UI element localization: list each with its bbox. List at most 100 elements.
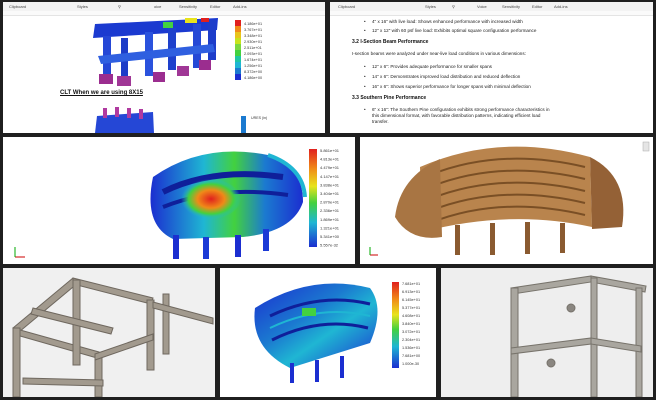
stress-legend-bar <box>309 149 317 247</box>
legend-label: 1.869e+01 <box>320 217 340 222</box>
fea-model-render: 5.861e+01 4.813e+01 4.479e+01 4.147e+01 3.83… <box>14 148 340 259</box>
document-window-left: Clipboard Styles ⚲ oice Sensitivity Edit… <box>3 2 325 133</box>
axis-triad-icon <box>369 247 378 256</box>
ribbon-sensitivity[interactable]: Sensitivity <box>502 4 520 9</box>
ribbon-voice[interactable]: oice <box>154 4 161 9</box>
ribbon-add-ins[interactable]: Add-ins <box>554 4 568 9</box>
list-item: 16" x 6": Shows superior performance for… <box>364 84 531 89</box>
fea-stress-result-small: 7.681e+01 6.913e+01 6.145e+01 5.377e+01 4.60… <box>220 268 436 397</box>
legend-bottom-title: URES (in) <box>251 116 268 120</box>
legend-label: 4.608e+01 <box>402 314 420 318</box>
legend-swatch <box>235 44 241 50</box>
legend-label: 4.813e+01 <box>320 157 340 162</box>
legend-label: 7.681e+01 <box>402 282 420 286</box>
section-heading: 3.2 I-Section Beam Performance <box>352 39 429 45</box>
stress-legend-bar <box>392 282 399 368</box>
document-page: 4" x 16" with live load: Shows enhanced … <box>330 16 653 133</box>
legend-swatch <box>235 56 241 62</box>
legend-label: 2.511e+01 <box>244 46 262 50</box>
ribbon-voice[interactable]: Voice <box>477 4 487 9</box>
fea-model-render: 7.681e+01 6.913e+01 6.145e+01 5.377e+01 4.60… <box>254 282 420 383</box>
ribbon-editor[interactable]: Editor <box>532 4 542 9</box>
legend-label: 1.321e+01 <box>320 225 340 230</box>
curved-timber-walls <box>395 146 624 255</box>
blue-frame-structure <box>93 18 218 86</box>
legend-label: 2.870e+01 <box>320 200 340 205</box>
legend-label: 2.336e+01 <box>320 208 340 213</box>
legend-swatch <box>235 74 241 80</box>
legend-swatch <box>235 26 241 32</box>
embedded-fea-image-bottom <box>95 107 246 133</box>
legend-label: 3.840e+01 <box>402 322 420 326</box>
steel-frame-render-right <box>441 268 653 397</box>
legend-label: 6.913e+01 <box>402 290 420 294</box>
section-heading: 3.3 Southern Pine Performance <box>352 95 427 101</box>
ribbon-add-ins[interactable]: Add-ins <box>233 4 247 9</box>
axis-triad-icon <box>14 247 25 258</box>
legend-swatch <box>235 38 241 44</box>
legend-label: 2.930e+01 <box>244 40 262 44</box>
ribbon-styles[interactable]: Styles <box>77 4 88 9</box>
legend-label: 1.000e-30 <box>402 362 419 366</box>
legend-label: 1.256e+01 <box>244 64 262 68</box>
curved-floor-structure <box>150 151 307 259</box>
list-item: 12" x 12" with 60 psf live load: Exhibit… <box>364 28 536 33</box>
stress-legend-labels: 5.861e+01 4.813e+01 4.479e+01 4.147e+01 3.83… <box>320 148 340 248</box>
legend-label: 4.479e+01 <box>320 165 340 170</box>
document-page: 4.186e+01 3.767e+01 3.348e+01 2.930e+01 2.51… <box>3 16 325 133</box>
wood-model-render <box>360 137 653 264</box>
legend-label: 3.348e+01 <box>244 34 262 38</box>
steel-frame-model <box>12 277 214 397</box>
legend-label: 3.767e+01 <box>244 28 262 32</box>
legend-swatch <box>235 50 241 56</box>
view-toolbar-icon[interactable] <box>642 141 650 152</box>
document-window-right: Clipboard Styles ⚲ Voice Sensitivity Edi… <box>330 2 653 133</box>
ribbon-clipboard[interactable]: Clipboard <box>338 4 355 9</box>
paragraph: transfer. <box>372 119 389 124</box>
frame-members <box>12 277 214 397</box>
paragraph: I-section beams were analyzed under near… <box>352 51 526 56</box>
legend-swatch <box>235 20 241 26</box>
legend-label: 6.145e+01 <box>402 298 420 302</box>
timber-structure-render <box>369 141 650 256</box>
legend-label: 1.674e+01 <box>244 58 262 62</box>
legend-swatch <box>235 32 241 38</box>
steel-frame-model <box>510 275 647 397</box>
legend-label: 7.681e+00 <box>402 354 420 358</box>
ribbon-search-icon[interactable]: ⚲ <box>452 4 455 9</box>
ribbon-clipboard[interactable]: Clipboard <box>9 4 26 9</box>
legend-label: 2.304e+01 <box>402 338 420 342</box>
legend-label: 3.072e+01 <box>402 330 420 334</box>
legend-label: 5.557e-32 <box>320 243 339 248</box>
legend-label: 8.372e+00 <box>244 70 262 74</box>
legend-swatch <box>235 68 241 74</box>
doc-heading-clt: CLT When we are using 8X15 <box>60 90 143 96</box>
legend-label: 1.536e+01 <box>402 346 420 350</box>
paragraph: this dimensional format, with favorable … <box>372 113 541 118</box>
legend-label: 4.186e+00 <box>244 76 262 80</box>
legend-swatch <box>235 62 241 68</box>
ribbon-editor[interactable]: Editor <box>210 4 220 9</box>
legend-label: 4.147e+01 <box>320 174 340 179</box>
ribbon-sensitivity[interactable]: Sensitivity <box>179 4 197 9</box>
ribbon-styles[interactable]: Styles <box>425 4 436 9</box>
steel-frame-render-left <box>3 268 215 397</box>
embedded-fea-image-top: 4.186e+01 3.767e+01 3.348e+01 2.930e+01 2.51… <box>93 18 262 133</box>
legend-label: 5.861e+01 <box>320 148 340 153</box>
stress-legend-top: 4.186e+01 3.767e+01 3.348e+01 2.930e+01 2.51… <box>235 20 262 80</box>
legend-label: 5.377e+01 <box>402 306 420 310</box>
stress-legend-labels: 7.681e+01 6.913e+01 6.145e+01 5.377e+01 4.60… <box>402 282 420 366</box>
list-item: 4" x 16" with live load: Shows enhanced … <box>364 19 523 24</box>
legend-label: 3.838e+01 <box>320 182 340 187</box>
list-item: 6" x 16": The Southern Pine configuratio… <box>364 107 550 112</box>
curved-floor-structure <box>254 283 378 383</box>
list-item: 14" x 6": Demonstrates improved load dis… <box>364 74 520 79</box>
legend-label: 5.341e+00 <box>320 234 340 239</box>
legend-label: 3.404e+01 <box>320 191 340 196</box>
ribbon-search-icon[interactable]: ⚲ <box>118 4 121 9</box>
legend-label: 2.093e+01 <box>244 52 262 56</box>
legend-label: 4.186e+01 <box>244 22 262 26</box>
list-item: 12" x 6": Provides adequate performance … <box>364 64 492 69</box>
fea-stress-result-large: 5.861e+01 4.813e+01 4.479e+01 4.147e+01 3.83… <box>3 137 355 264</box>
frame-members <box>510 275 647 397</box>
